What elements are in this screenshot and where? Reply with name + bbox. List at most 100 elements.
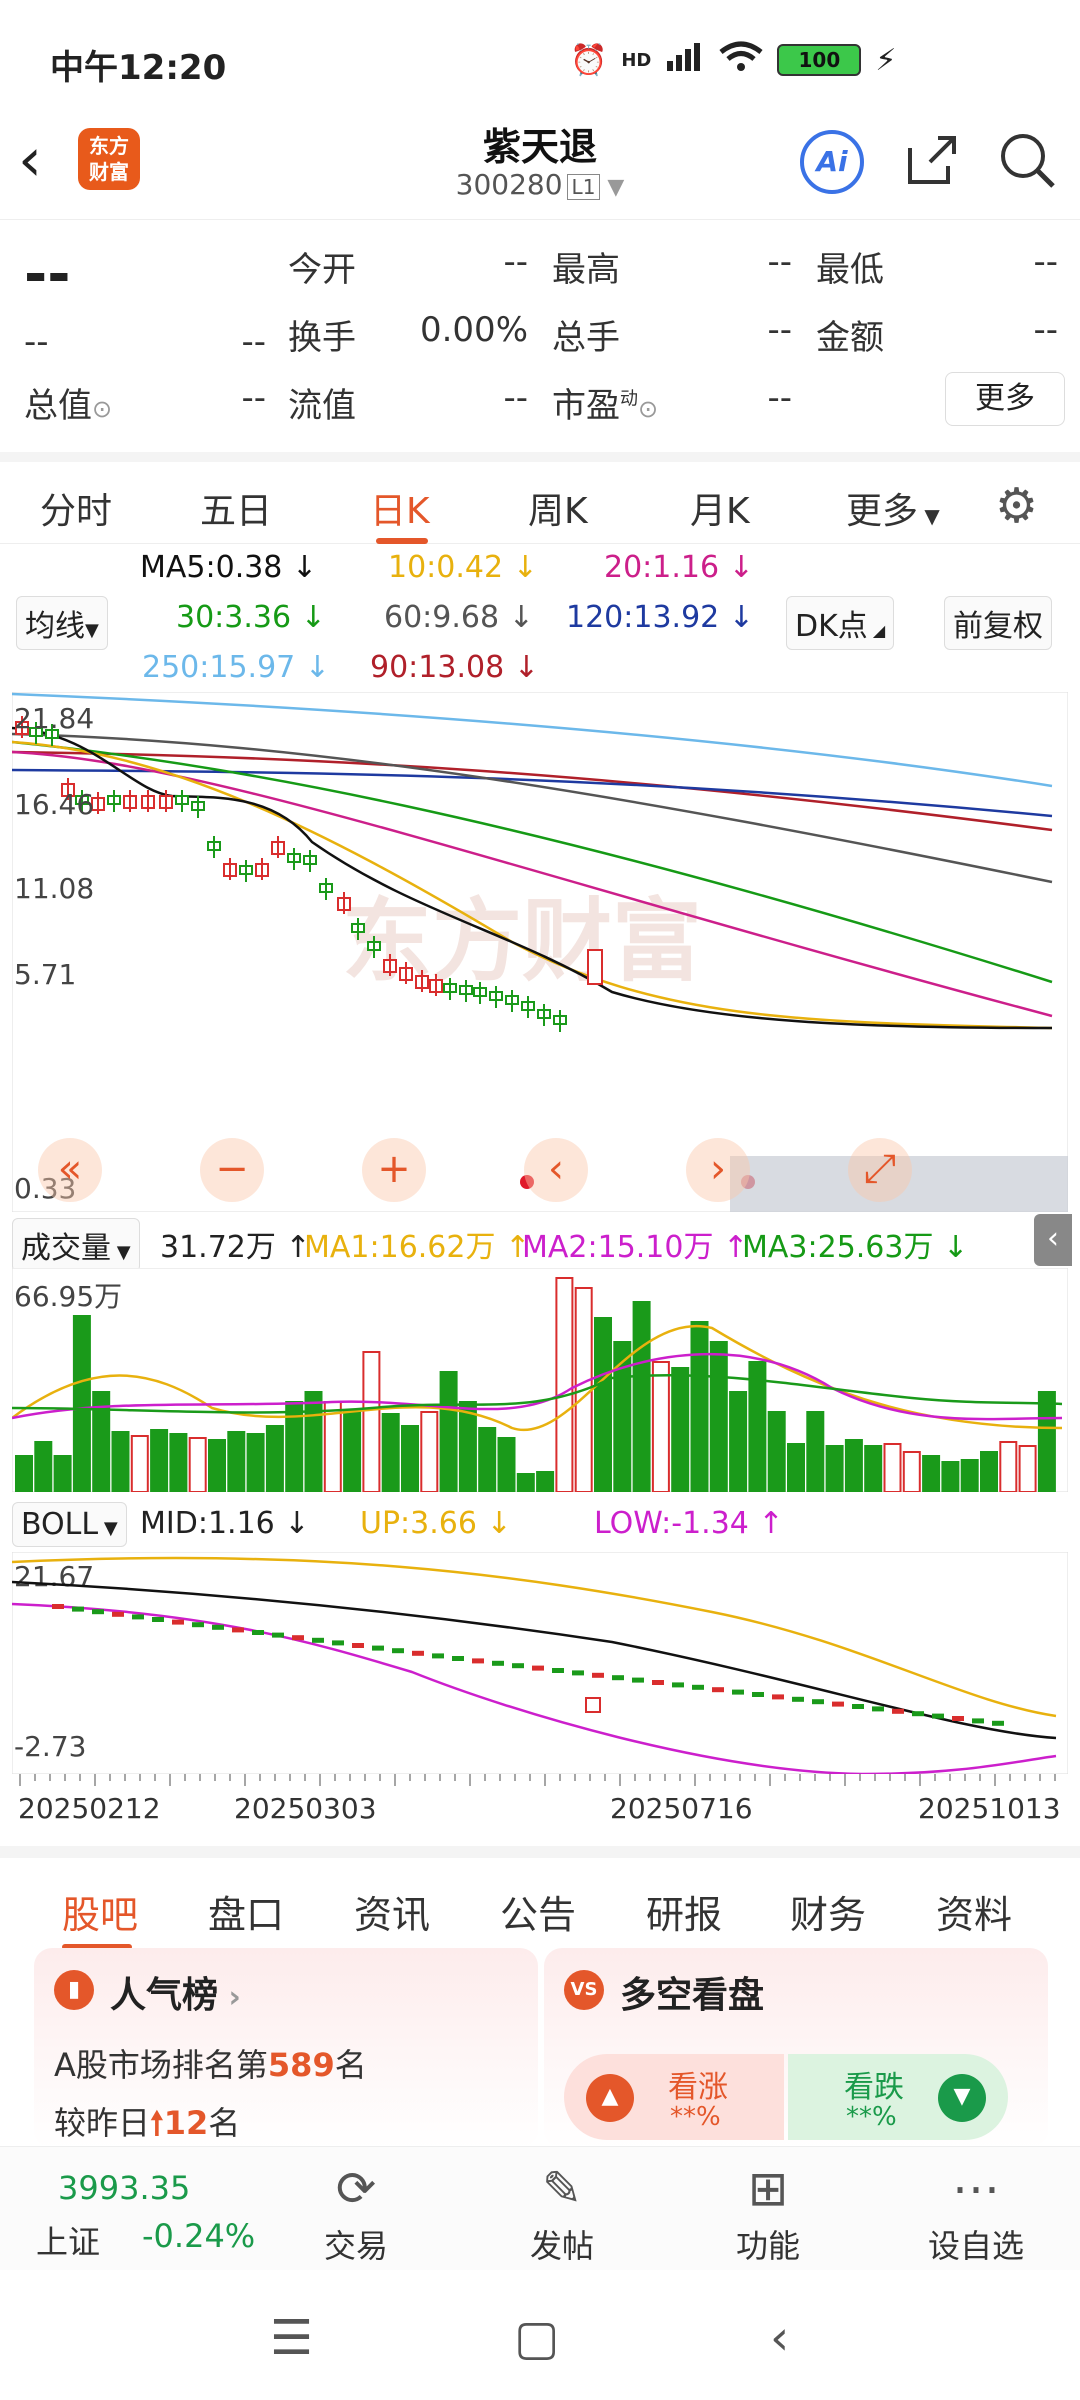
tab-profile[interactable]: 资料	[936, 1884, 1012, 1939]
dk-button[interactable]: DK点 ◢	[786, 596, 895, 650]
bull-bear-card[interactable]: VS 多空看盘 ▲ 看涨 **% 看跌 **% ▼	[544, 1948, 1048, 2148]
index-change[interactable]: -0.24%	[142, 2217, 255, 2255]
menu-icon[interactable]: ☰	[270, 2310, 313, 2366]
volume-max-label: 66.95万	[14, 1280, 122, 1313]
zoom-out-button[interactable]: −	[200, 1138, 264, 1202]
rank-change-suffix: 名	[208, 2104, 241, 2142]
rank-number: 589	[267, 2046, 335, 2084]
level-badge: L1	[566, 174, 601, 200]
boll-candle	[872, 1706, 884, 1712]
vs-icon: VS	[564, 1970, 604, 2010]
boll-candle	[852, 1704, 864, 1709]
rank-change-prefix: 较昨日	[54, 2104, 151, 2142]
back-nav-icon[interactable]: ‹	[770, 2310, 789, 2366]
adjust-button[interactable]: 前复权	[944, 596, 1052, 650]
pe-label[interactable]: 市盈动⊙	[552, 378, 658, 427]
pe-value: --	[767, 378, 792, 418]
tab-guba[interactable]: 股吧	[62, 1884, 138, 1939]
tab-research[interactable]: 研报	[646, 1884, 722, 1939]
popularity-card[interactable]: ▮ 人气榜 › A股市场排名第589名 较昨日🠕12名	[34, 1948, 538, 2148]
volume-bar	[439, 1371, 458, 1492]
tab-weekly-k[interactable]: 周K	[528, 482, 588, 534]
volume-bar	[208, 1439, 226, 1492]
arrow-down-icon: ▼	[938, 2074, 986, 2122]
tab-more-label: 更多	[846, 491, 919, 532]
volume-selector[interactable]: 成交量 ▼	[12, 1218, 140, 1272]
boll-candle	[912, 1711, 924, 1717]
index-value[interactable]: 3993.35	[58, 2169, 190, 2207]
volume-bar	[188, 1437, 207, 1492]
float-value-value: --	[503, 378, 528, 418]
boll-candle	[112, 1611, 124, 1617]
scroll-left-fast-button[interactable]: «	[38, 1138, 102, 1202]
arrow-up-icon: ▲	[586, 2074, 634, 2122]
kline-chart[interactable]: 东方财富 21.8416.4611.085.710.33	[12, 692, 1068, 1212]
boll-candle	[392, 1648, 404, 1654]
tab-finance[interactable]: 财务	[790, 1884, 866, 1939]
fullscreen-icon[interactable]: ⤢	[848, 1138, 912, 1202]
volume-bar	[883, 1443, 902, 1492]
boll-candle	[692, 1684, 704, 1690]
volume-bar	[401, 1425, 419, 1492]
share-icon[interactable]	[900, 130, 964, 194]
volume-bar	[844, 1439, 863, 1492]
boll-candle	[812, 1699, 824, 1705]
boll-candle	[52, 1604, 64, 1609]
bull-label: 看涨	[668, 2070, 728, 2105]
bull-button[interactable]: ▲ 看涨 **%	[564, 2054, 784, 2140]
boll-candle	[532, 1665, 544, 1671]
tab-monthly-k[interactable]: 月K	[690, 482, 750, 534]
wifi-icon	[719, 40, 763, 80]
tab-five-day[interactable]: 五日	[200, 482, 272, 534]
more-button[interactable]: 更多	[945, 372, 1065, 426]
volume-bar	[864, 1445, 883, 1492]
tab-intraday[interactable]: 分时	[40, 482, 112, 534]
volume-bar	[671, 1367, 690, 1492]
tab-more[interactable]: 更多 ▼	[846, 482, 940, 534]
volume-bar	[53, 1455, 72, 1492]
trade-button[interactable]: ⟳ 交易	[286, 2161, 426, 2267]
boll-chart[interactable]: 21.67 -2.73	[12, 1552, 1068, 1774]
tab-daily-k[interactable]: 日K	[370, 482, 430, 534]
volume-bar	[227, 1431, 246, 1492]
date-label: 20251013	[918, 1792, 1061, 1825]
tab-news[interactable]: 资讯	[354, 1884, 430, 1939]
volume-bar	[960, 1459, 979, 1492]
bear-button[interactable]: 看跌 **% ▼	[788, 2054, 1008, 2140]
home-icon[interactable]: ▢	[514, 2310, 559, 2366]
tab-announcements[interactable]: 公告	[500, 1884, 576, 1939]
boll-candle	[972, 1718, 984, 1724]
functions-button[interactable]: ⊞ 功能	[698, 2161, 838, 2267]
volume-bar	[323, 1401, 342, 1492]
amount-label: 金额	[816, 318, 884, 358]
tab-pankou[interactable]: 盘口	[208, 1884, 284, 1939]
charging-icon: ⚡	[875, 42, 897, 78]
ai-button[interactable]: Ai	[800, 130, 864, 194]
search-icon[interactable]	[995, 130, 1059, 194]
volume-bar	[516, 1473, 535, 1492]
post-label: 发帖	[529, 2227, 594, 2265]
pe-text: 市盈	[552, 386, 620, 426]
volume-bar	[767, 1411, 786, 1492]
volume-chart[interactable]: 66.95万	[12, 1268, 1068, 1492]
collapse-panel-button[interactable]: ‹	[1034, 1214, 1072, 1266]
add-watchlist-button[interactable]: ⋯ 设自选	[906, 2161, 1046, 2267]
zoom-in-button[interactable]: +	[362, 1138, 426, 1202]
grid-icon: ⊞	[747, 2161, 789, 2217]
total-value-label[interactable]: 总值⊙	[24, 378, 112, 427]
post-button[interactable]: ✎ 发帖	[492, 2161, 632, 2267]
caret-down-icon: ▼	[85, 620, 99, 641]
volume-bar	[902, 1451, 921, 1492]
boll-candle	[572, 1670, 584, 1676]
gear-icon[interactable]: ⚙	[995, 478, 1038, 534]
scroll-left-button[interactable]: ‹	[524, 1138, 588, 1202]
index-name[interactable]: 上证	[36, 2217, 100, 2263]
ma-selector[interactable]: 均线▼	[16, 596, 108, 650]
stock-code: 300280	[455, 168, 563, 201]
ranking-icon: ▮	[54, 1970, 94, 2010]
scroll-right-button[interactable]: ›	[686, 1138, 750, 1202]
caret-icon: ◢	[867, 621, 886, 640]
info-icon: ⊙	[638, 395, 659, 423]
volume-bar	[246, 1433, 265, 1492]
boll-selector[interactable]: BOLL ▼	[12, 1502, 127, 1547]
